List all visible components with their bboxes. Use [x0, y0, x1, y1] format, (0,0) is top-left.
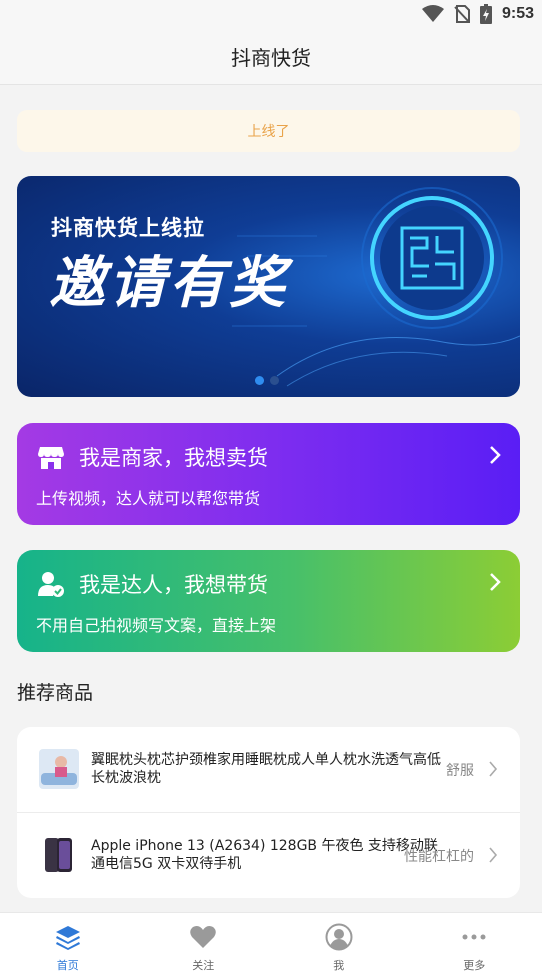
- banner-headline: 邀请有奖: [49, 238, 289, 319]
- heart-icon: [189, 923, 217, 951]
- product-item[interactable]: Apple iPhone 13 (A2634) 128GB 午夜色 支持移动联通…: [17, 812, 520, 898]
- notice-bar[interactable]: 上线了: [17, 110, 520, 152]
- chevron-right-icon: [488, 445, 502, 465]
- promo-banner[interactable]: 抖商快货上线拉 邀请有奖: [17, 176, 520, 397]
- product-item[interactable]: 翼眠枕头枕芯护颈椎家用睡眠枕成人单人枕水洗透气高低长枕波浪枕 舒服: [17, 727, 520, 812]
- status-time: 9:53: [502, 5, 534, 23]
- tab-label: 更多: [463, 957, 485, 973]
- app-header: 抖商快货: [0, 28, 542, 85]
- banner-dot-active[interactable]: [255, 376, 264, 385]
- recommend-section-title: 推荐商品: [17, 678, 93, 705]
- tab-label: 我: [333, 957, 344, 973]
- layers-icon: [54, 923, 82, 951]
- product-tag: 性能杠杠的: [404, 846, 474, 866]
- product-tag: 舒服: [446, 760, 474, 780]
- talent-card-title: 我是达人，我想带货: [79, 569, 268, 599]
- more-icon: [460, 923, 488, 951]
- qr-ring-icon: [362, 188, 502, 328]
- tab-label: 首页: [57, 957, 79, 973]
- user-check-icon: [37, 570, 65, 598]
- notice-text: 上线了: [248, 121, 290, 141]
- tab-follow[interactable]: 关注: [136, 913, 272, 973]
- user-icon: [325, 923, 353, 951]
- chevron-right-icon: [488, 761, 498, 777]
- tab-home[interactable]: 首页: [0, 913, 136, 973]
- merchant-card-title: 我是商家，我想卖货: [79, 442, 268, 472]
- status-bar: 9:53: [0, 0, 542, 28]
- merchant-card-desc: 上传视频，达人就可以帮您带货: [36, 485, 260, 509]
- product-name: Apple iPhone 13 (A2634) 128GB 午夜色 支持移动联通…: [91, 837, 441, 873]
- status-icons: 9:53: [422, 3, 534, 25]
- bottom-tab-bar: 首页 关注 我 更多: [0, 912, 542, 973]
- tab-label: 关注: [192, 957, 214, 973]
- talent-card-desc: 不用自己拍视频写文案，直接上架: [36, 612, 276, 636]
- banner-pagination: [255, 376, 279, 385]
- no-sim-icon: [454, 5, 470, 23]
- tab-me[interactable]: 我: [271, 913, 407, 973]
- product-list: 翼眠枕头枕芯护颈椎家用睡眠枕成人单人枕水洗透气高低长枕波浪枕 舒服 Apple …: [17, 727, 520, 898]
- chevron-right-icon: [488, 847, 498, 863]
- tab-more[interactable]: 更多: [407, 913, 542, 973]
- battery-icon: [480, 4, 492, 24]
- page-title: 抖商快货: [231, 42, 311, 71]
- chevron-right-icon: [488, 572, 502, 592]
- phone-thumbnail: [39, 835, 79, 875]
- store-icon: [37, 443, 65, 471]
- wifi-icon: [422, 5, 444, 23]
- merchant-card[interactable]: 我是商家，我想卖货 上传视频，达人就可以帮您带货: [17, 423, 520, 525]
- talent-card[interactable]: 我是达人，我想带货 不用自己拍视频写文案，直接上架: [17, 550, 520, 652]
- banner-dot[interactable]: [270, 376, 279, 385]
- pillow-thumbnail: [39, 749, 79, 789]
- product-name: 翼眠枕头枕芯护颈椎家用睡眠枕成人单人枕水洗透气高低长枕波浪枕: [91, 751, 441, 787]
